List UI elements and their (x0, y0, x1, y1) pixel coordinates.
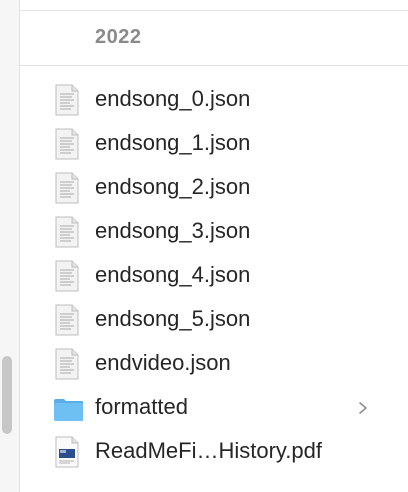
json-file-icon (55, 216, 79, 248)
json-file-icon (55, 260, 79, 292)
section-header: 2022 (19, 19, 408, 66)
file-name: endsong_5.json (95, 306, 251, 331)
folder-icon (54, 399, 83, 421)
json-file-icon (55, 128, 79, 160)
file-name: ReadMeFi…History.pdf (95, 438, 322, 463)
section-title: 2022 (95, 26, 142, 48)
scrollbar-thumb[interactable] (2, 356, 12, 434)
file-row-endsong-1[interactable]: endsong_1.json (19, 122, 408, 166)
json-file-icon (55, 304, 79, 336)
file-row-endsong-4[interactable]: endsong_4.json (19, 254, 408, 298)
file-row-readme-pdf[interactable]: ReadMeFi…History.pdf (19, 430, 408, 474)
file-name: endsong_1.json (95, 130, 251, 155)
file-row-endsong-0[interactable]: endsong_0.json (19, 78, 408, 122)
json-file-icon (55, 172, 79, 204)
file-row-endsong-2[interactable]: endsong_2.json (19, 166, 408, 210)
pdf-file-icon (55, 436, 79, 468)
file-name: endsong_4.json (95, 262, 251, 287)
file-row-endsong-5[interactable]: endsong_5.json (19, 298, 408, 342)
folder-name: formatted (95, 394, 188, 419)
file-name: endsong_2.json (95, 174, 251, 199)
json-file-icon (55, 84, 79, 116)
folder-row-formatted[interactable]: formatted (19, 386, 408, 430)
file-list: endsong_0.json endsong_1.json endsong_2.… (19, 78, 408, 474)
chevron-right-icon[interactable] (356, 398, 370, 418)
file-name: endsong_0.json (95, 86, 251, 111)
file-row-endvideo[interactable]: endvideo.json (19, 342, 408, 386)
file-name: endsong_3.json (95, 218, 251, 243)
sidebar-edge (0, 0, 20, 492)
file-name: endvideo.json (95, 350, 231, 375)
file-row-endsong-3[interactable]: endsong_3.json (19, 210, 408, 254)
json-file-icon (55, 348, 79, 380)
previous-section-edge (19, 0, 408, 11)
